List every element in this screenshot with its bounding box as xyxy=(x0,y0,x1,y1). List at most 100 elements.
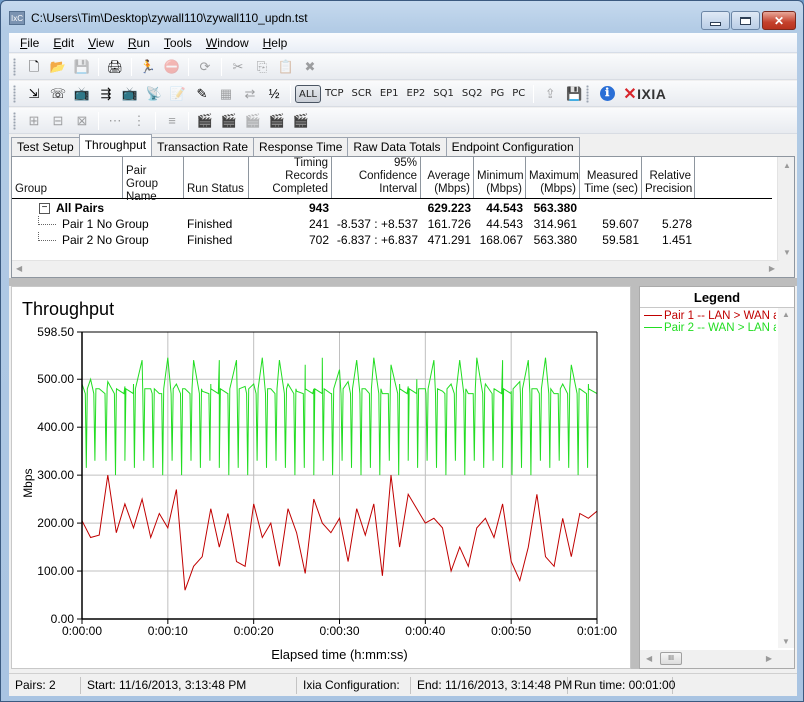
add-multicast-button[interactable]: ⇶ xyxy=(96,84,116,104)
protocol-filter-sq2[interactable]: SQ2 xyxy=(458,85,487,103)
title-bar[interactable]: IxC C:\Users\Tim\Desktop\zywall110\zywal… xyxy=(1,1,803,33)
toolbar-grip[interactable] xyxy=(586,84,590,103)
column-header-maximum[interactable]: Maximum (Mbps) xyxy=(526,157,580,198)
scroll-up-icon[interactable]: ▲ xyxy=(782,310,790,319)
add-multicast-icon: ⇶ xyxy=(100,86,112,101)
clapper-green-button[interactable]: 🎬 xyxy=(219,111,239,131)
column-header-measured[interactable]: Measured Time (sec) xyxy=(580,157,642,198)
ungroup-1-button[interactable]: ⋯ xyxy=(105,111,125,131)
network-clapper-button[interactable]: 🎬 xyxy=(267,111,287,131)
protocol-filter-tcp[interactable]: TCP xyxy=(321,85,348,103)
legend-item[interactable]: Pair 1 -- LAN > WAN a xyxy=(640,310,776,322)
edit-video-button[interactable]: 📺 xyxy=(120,84,140,104)
toolbar-grip[interactable] xyxy=(13,57,16,76)
ungroup-2-button[interactable]: ⋮ xyxy=(129,111,149,131)
pair-fraction-button[interactable]: ½ xyxy=(264,84,284,104)
scroll-right-icon[interactable]: ▶ xyxy=(766,654,772,663)
column-header-relative[interactable]: Relative Precision xyxy=(642,157,695,198)
refresh-button[interactable]: ⟳ xyxy=(195,57,215,77)
delete-button[interactable]: ✖ xyxy=(300,57,320,77)
protocol-filter-all[interactable]: ALL xyxy=(295,84,321,103)
collapse-icon[interactable]: − xyxy=(39,203,50,215)
menu-edit[interactable]: Edit xyxy=(46,36,81,50)
scroll-right-icon[interactable]: ▶ xyxy=(769,264,775,273)
export-button[interactable]: ⇪ xyxy=(540,84,560,104)
menu-window[interactable]: Window xyxy=(199,36,256,50)
protocol-filter-pg[interactable]: PG xyxy=(486,85,508,103)
add-video-pair-button[interactable]: 📺 xyxy=(72,84,92,104)
summary-row[interactable]: − All Pairs 943 629.223 44.543 563.380 xyxy=(12,200,772,216)
scroll-down-icon[interactable]: ▼ xyxy=(782,637,790,646)
grid-vertical-scrollbar[interactable]: ▲ ▼ xyxy=(777,157,794,277)
toolbar-grip[interactable] xyxy=(13,84,16,103)
legend-vertical-scrollbar[interactable]: ▲ ▼ xyxy=(778,308,794,648)
column-header-timing-records[interactable]: Timing Records Completed xyxy=(249,157,332,198)
swap-button[interactable]: ⇄ xyxy=(240,84,260,104)
broadcast-video-button[interactable]: 📡 xyxy=(144,84,164,104)
menu-view[interactable]: View xyxy=(81,36,121,50)
cut-button[interactable]: ✂ xyxy=(228,57,248,77)
legend-horizontal-scrollbar[interactable]: ◀ III ▶ xyxy=(640,650,794,668)
edit-script-button[interactable]: 📝 xyxy=(168,84,188,104)
minimize-icon xyxy=(710,21,721,26)
protocol-filter-pc[interactable]: PC xyxy=(508,85,529,103)
add-pair-button[interactable]: ⇲ xyxy=(24,84,44,104)
maximize-button[interactable] xyxy=(731,11,760,30)
horizontal-splitter[interactable] xyxy=(9,278,797,286)
clapper-red-button[interactable]: 🎬 xyxy=(243,111,263,131)
column-header-line1: Minimum xyxy=(477,170,524,182)
column-header-95-confidence[interactable]: 95% Confidence Interval xyxy=(332,157,421,198)
tab-raw-data-totals[interactable]: Raw Data Totals xyxy=(347,137,447,156)
run-button[interactable]: 🏃 xyxy=(138,57,158,77)
print-button[interactable]: 🖨 xyxy=(105,57,125,77)
grid-horizontal-scrollbar[interactable]: ◀ ▶ xyxy=(12,260,779,277)
protocol-filter-scr[interactable]: SCR xyxy=(348,85,376,103)
menu-tools[interactable]: Tools xyxy=(157,36,199,50)
clapper-button[interactable]: 🎬 xyxy=(195,111,215,131)
group-2-button[interactable]: ⊟ xyxy=(48,111,68,131)
close-button[interactable]: ✕ xyxy=(762,11,796,30)
menu-file[interactable]: File xyxy=(13,36,46,50)
legend-item[interactable]: Pair 2 -- WAN > LAN a xyxy=(640,322,776,334)
scroll-up-icon[interactable]: ▲ xyxy=(783,161,791,170)
column-header-run-status[interactable]: Run Status xyxy=(184,157,249,198)
protocol-filter-sq1[interactable]: SQ1 xyxy=(429,85,458,103)
edit-endpoint-button[interactable]: ✎ xyxy=(192,84,212,104)
column-header-group[interactable]: Group xyxy=(12,157,123,198)
table-row[interactable]: Pair 1 No Group Finished 241 -8.537 : +8.53… xyxy=(12,216,772,232)
phone-clapper-button[interactable]: 🎬 xyxy=(291,111,311,131)
tab-throughput[interactable]: Throughput xyxy=(78,134,153,156)
scroll-thumb[interactable]: III xyxy=(660,652,682,665)
table-row[interactable]: Pair 2 No Group Finished 702 -6.837 : +6.83… xyxy=(12,232,772,248)
column-header-pair-group[interactable]: Pair Group Name xyxy=(123,157,184,203)
copy-button[interactable]: ⎘ xyxy=(252,57,272,77)
scroll-down-icon[interactable]: ▼ xyxy=(783,248,791,257)
menu-help[interactable]: Help xyxy=(256,36,295,50)
minimize-button[interactable] xyxy=(701,11,730,30)
scroll-left-icon[interactable]: ◀ xyxy=(16,264,22,273)
save-button[interactable]: 💾 xyxy=(72,57,92,77)
open-folder-button[interactable]: 📂 xyxy=(48,57,68,77)
group-3-button[interactable]: ⊠ xyxy=(72,111,92,131)
menu-run[interactable]: Run xyxy=(121,36,157,50)
info-button[interactable]: ℹ xyxy=(597,84,617,104)
edit-grid-button[interactable]: ▦ xyxy=(216,84,236,104)
group-1-button[interactable]: ⊞ xyxy=(24,111,44,131)
vertical-splitter[interactable] xyxy=(631,286,639,669)
paste-button[interactable]: 📋 xyxy=(276,57,296,77)
protocol-filter-ep2[interactable]: EP2 xyxy=(403,85,430,103)
tab-test-setup[interactable]: Test Setup xyxy=(11,137,80,156)
tab-transaction-rate[interactable]: Transaction Rate xyxy=(151,137,255,156)
tab-endpoint-configuration[interactable]: Endpoint Configuration xyxy=(445,137,580,156)
protocol-filter-ep1[interactable]: EP1 xyxy=(376,85,403,103)
column-header-average[interactable]: Average (Mbps) xyxy=(421,157,474,198)
stop-button[interactable]: ⛔ xyxy=(162,57,182,77)
toolbar-grip[interactable] xyxy=(13,111,16,130)
tab-response-time[interactable]: Response Time xyxy=(253,137,349,156)
list-button[interactable]: ≡ xyxy=(162,111,182,131)
new-file-button[interactable]: 🗋 xyxy=(24,57,44,77)
save-results-button[interactable]: 💾 xyxy=(564,84,584,104)
add-voice-pair-button[interactable]: ☏ xyxy=(48,84,68,104)
column-header-minimum[interactable]: Minimum (Mbps) xyxy=(474,157,526,198)
scroll-left-icon[interactable]: ◀ xyxy=(646,654,652,663)
